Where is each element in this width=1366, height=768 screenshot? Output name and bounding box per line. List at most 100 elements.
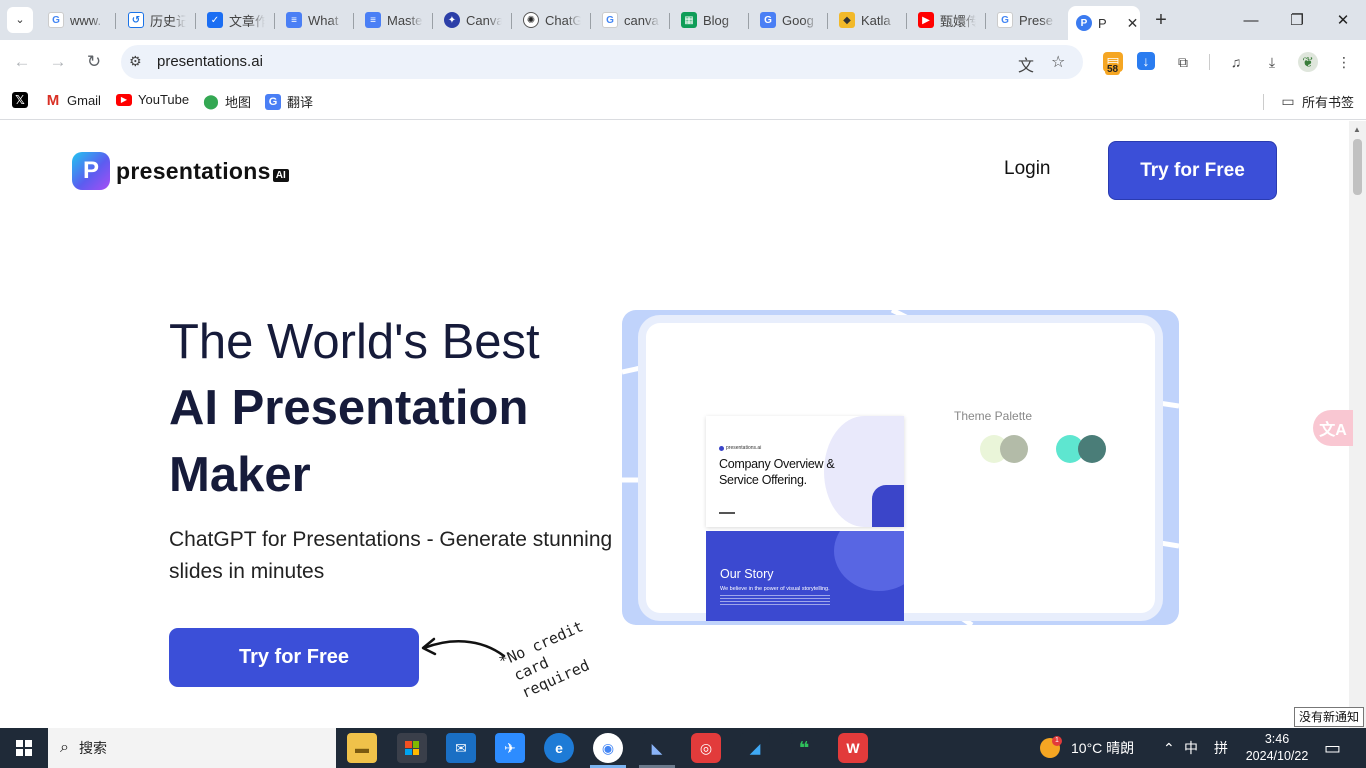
youtube-icon: ▶ xyxy=(918,12,934,28)
tab-title: ChatG xyxy=(545,12,581,28)
close-tab-icon[interactable]: ✕ xyxy=(1127,15,1139,32)
search-icon: ⌕ xyxy=(60,739,69,756)
tab-blog[interactable]: ▦ Blog xyxy=(681,8,739,32)
file-explorer-icon[interactable]: ▬ xyxy=(347,733,377,763)
slide-preview-our-story: Our Story We believe in the power of vis… xyxy=(706,531,904,621)
logo-ai-badge: AI xyxy=(272,168,289,182)
site-logo[interactable]: P presentations AI xyxy=(72,152,289,190)
tab-title: www. xyxy=(70,12,102,28)
bookmark-translate[interactable]: G 翻译 xyxy=(265,92,313,111)
tab-title: 文章作 xyxy=(229,13,265,29)
tab-chatgpt[interactable]: ✺ ChatG xyxy=(523,8,581,32)
scroll-up-icon[interactable]: ▲ xyxy=(1353,125,1361,134)
notification-tooltip: 没有新通知 xyxy=(1294,707,1364,727)
downloads-icon[interactable]: ⤓ xyxy=(1262,52,1282,72)
bookmark-gmail[interactable]: M Gmail xyxy=(45,92,101,109)
bookmark-star-icon[interactable]: ☆ xyxy=(1051,52,1065,72)
taskbar-search[interactable]: ⌕ 搜索 xyxy=(48,728,336,768)
bookmark-youtube[interactable]: ▶ YouTube xyxy=(116,92,189,107)
weather-widget[interactable]: 10°C 晴朗 xyxy=(1040,728,1134,768)
address-bar[interactable]: ⚙ presentations.ai 文 ☆ xyxy=(121,45,1083,79)
tab-docs-what[interactable]: ≡ What xyxy=(286,8,344,32)
restore-button[interactable]: ❐ xyxy=(1274,0,1320,40)
lark-icon[interactable]: ◢ xyxy=(740,733,770,763)
tab-title: Prese xyxy=(1019,12,1053,28)
feishu-icon[interactable]: ✈ xyxy=(495,733,525,763)
new-tab-button[interactable]: + xyxy=(1150,9,1172,31)
ime-mode[interactable]: 拼 xyxy=(1214,728,1228,768)
forward-button[interactable]: → xyxy=(46,50,70,74)
tab-google-translate[interactable]: G Goog xyxy=(760,8,818,32)
try-for-free-cta-button[interactable]: Try for Free xyxy=(169,628,419,687)
headline-line-1: The World's Best xyxy=(169,315,540,369)
tab-google[interactable]: G www. xyxy=(48,8,106,32)
cat-app-icon[interactable]: ◣ xyxy=(642,733,672,763)
mail-icon[interactable]: ✉ xyxy=(446,733,476,763)
wps-icon[interactable]: W xyxy=(838,733,868,763)
download-extension-icon[interactable]: ↓ xyxy=(1137,52,1155,70)
start-button[interactable] xyxy=(0,728,48,768)
notification-center-icon[interactable]: ▭ xyxy=(1324,728,1341,768)
all-bookmarks[interactable]: ▭ 所有书签 xyxy=(1280,92,1354,111)
browser-toolbar: ← → ↻ ⚙ presentations.ai 文 ☆ ▤ 58 ↓ ⧉ ♫ … xyxy=(0,40,1366,84)
maps-icon: ⬤ xyxy=(203,93,219,109)
chrome-menu-icon[interactable]: ⋮ xyxy=(1334,52,1354,72)
tab-title: Goog xyxy=(782,12,814,28)
google-icon: G xyxy=(997,12,1013,28)
tab-google-presentations[interactable]: G Prese xyxy=(997,8,1055,32)
doc-icon: ✓ xyxy=(207,12,223,28)
bookmark-maps[interactable]: ⬤ 地图 xyxy=(203,92,251,111)
try-for-free-header-button[interactable]: Try for Free xyxy=(1108,141,1277,200)
docs-icon: ≡ xyxy=(286,12,302,28)
minimize-button[interactable]: — xyxy=(1228,0,1274,40)
extensions-puzzle-icon[interactable]: ⧉ xyxy=(1173,52,1193,72)
tab-title: What xyxy=(308,12,339,28)
taskbar-clock[interactable]: 3:46 2024/10/22 xyxy=(1244,731,1310,765)
back-button[interactable]: ← xyxy=(10,50,34,74)
tab-title: P xyxy=(1098,15,1107,31)
tab-title: Canva xyxy=(466,12,502,28)
store-icon[interactable] xyxy=(397,733,427,763)
ime-language[interactable]: 中 xyxy=(1184,728,1198,768)
tab-canva[interactable]: ✦ Canva xyxy=(444,8,502,32)
tab-search-button[interactable]: ⌄ xyxy=(7,7,33,33)
slide1-title: Company Overview & Service Offering. xyxy=(719,457,835,487)
edge-icon[interactable]: e xyxy=(544,733,574,763)
presentations-logo-icon: P xyxy=(72,152,110,190)
tab-google-canva[interactable]: G canva xyxy=(602,8,660,32)
tab-katla[interactable]: ◆ Katla xyxy=(839,8,897,32)
headline-line-2: AI Presentation xyxy=(169,381,529,435)
bookmark-x[interactable]: 𝕏 xyxy=(12,92,28,108)
chrome-icon[interactable]: ◉ xyxy=(593,733,623,763)
theme-palette-label: Theme Palette xyxy=(954,409,1033,423)
sheets-icon: ▦ xyxy=(681,12,697,28)
tab-docs-master[interactable]: ≡ Maste xyxy=(365,8,423,32)
tray-chevron-up-icon[interactable]: ⌃ xyxy=(1163,728,1175,768)
translate-float-icon[interactable]: 文A xyxy=(1313,410,1353,446)
tab-presentations-active[interactable]: P P ✕ xyxy=(1068,6,1140,40)
wechat-icon[interactable]: ❝ xyxy=(789,733,819,763)
login-link[interactable]: Login xyxy=(1004,158,1051,180)
tab-article[interactable]: ✓ 文章作 xyxy=(207,8,265,32)
tab-history[interactable]: ↺ 历史记 xyxy=(128,8,186,32)
netease-music-icon[interactable]: ◎ xyxy=(691,733,721,763)
palette-swatch xyxy=(1078,435,1106,463)
tab-title: canva xyxy=(624,12,659,28)
folder-icon: ▭ xyxy=(1281,93,1295,109)
docs-icon: ≡ xyxy=(365,12,381,28)
headline-line-3: Maker xyxy=(169,448,311,502)
tab-youtube[interactable]: ▶ 甄嬛传 xyxy=(918,8,976,32)
google-icon: G xyxy=(602,12,618,28)
reload-button[interactable]: ↻ xyxy=(82,50,106,74)
scroll-thumb[interactable] xyxy=(1353,139,1362,195)
close-window-button[interactable]: ✕ xyxy=(1320,0,1366,40)
site-info-icon[interactable]: ⚙ xyxy=(129,53,142,70)
tab-title: 历史记 xyxy=(150,13,186,29)
logo-text: presentations xyxy=(116,157,271,184)
url-text[interactable]: presentations.ai xyxy=(157,53,263,70)
no-credit-note: *No credit card required xyxy=(496,617,593,702)
translate-page-icon[interactable]: 文 xyxy=(1018,52,1034,76)
translate-icon: G xyxy=(760,12,776,28)
profile-avatar[interactable]: ❦ xyxy=(1298,52,1318,72)
media-control-icon[interactable]: ♫ xyxy=(1226,52,1246,72)
